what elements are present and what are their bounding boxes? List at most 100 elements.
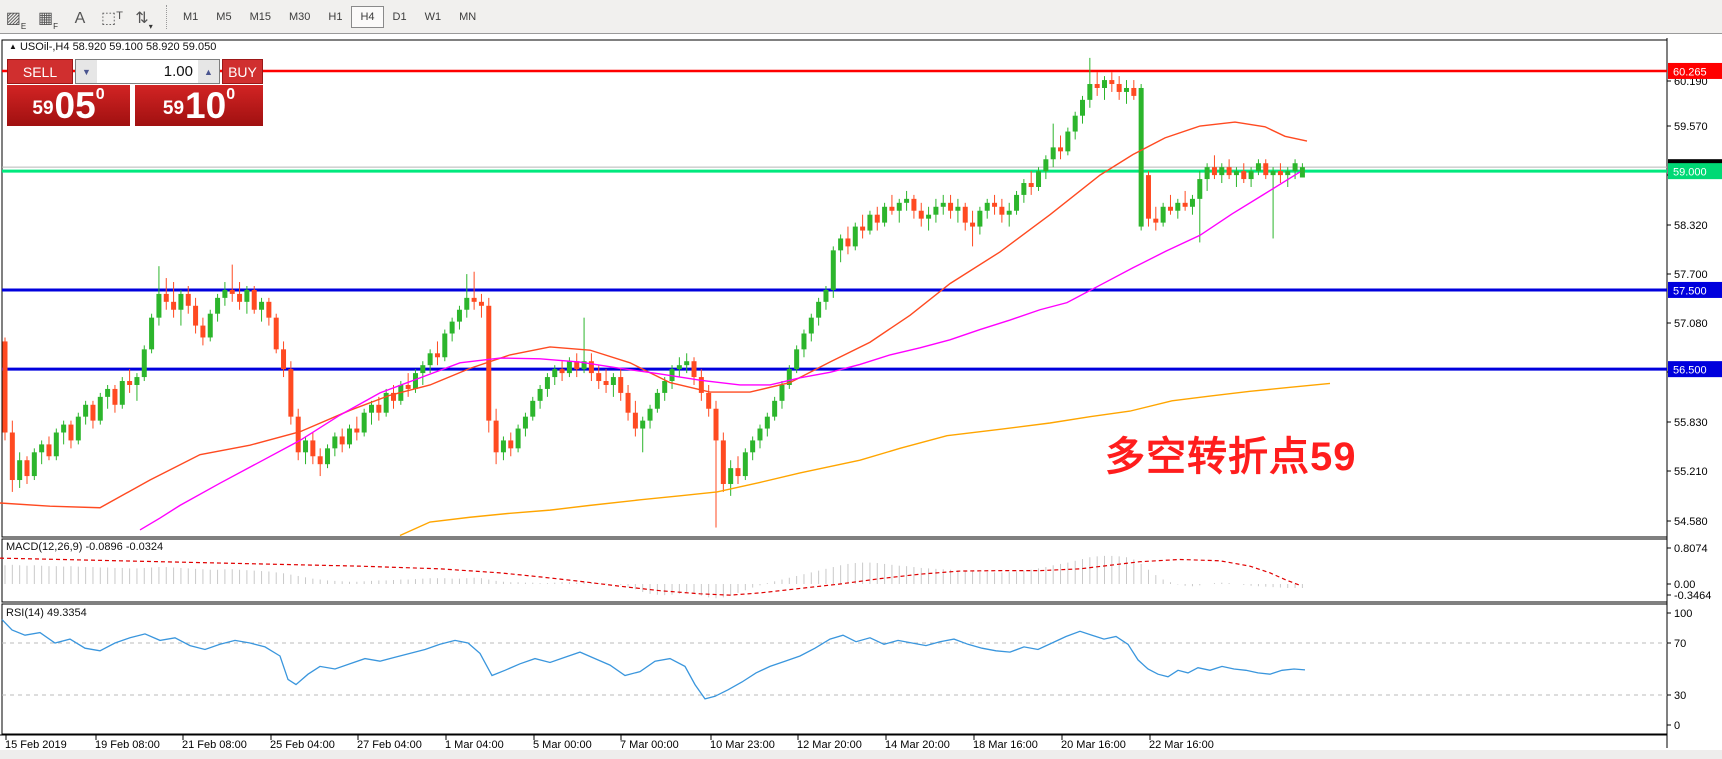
sell-price-big: 05 bbox=[55, 88, 96, 124]
candle-body bbox=[237, 294, 242, 302]
candle-body bbox=[1168, 207, 1173, 211]
buy-price-small: 59 bbox=[163, 94, 184, 124]
candle-body bbox=[867, 215, 872, 231]
text-a-icon[interactable]: A bbox=[67, 5, 93, 29]
candle-body bbox=[794, 349, 799, 369]
candle-body bbox=[1007, 211, 1012, 215]
candle-body bbox=[76, 417, 81, 441]
sell-price-display[interactable]: 59 05 0 bbox=[7, 85, 130, 126]
candle-body bbox=[1065, 132, 1070, 152]
candle-body bbox=[46, 444, 51, 456]
buy-button[interactable]: BUY bbox=[222, 59, 263, 84]
candle-body bbox=[823, 290, 828, 302]
candle-body bbox=[376, 405, 381, 413]
candle-body bbox=[911, 199, 916, 211]
candle-body bbox=[677, 365, 682, 369]
candle-body bbox=[882, 207, 887, 223]
timeframe-button-MN[interactable]: MN bbox=[450, 6, 485, 28]
candle-body bbox=[1278, 171, 1283, 175]
buy-price-sup: 0 bbox=[226, 88, 235, 102]
candle-body bbox=[406, 385, 411, 389]
candle-body bbox=[252, 290, 257, 310]
candle-body bbox=[1227, 167, 1232, 175]
arrow-tool-icon[interactable]: ⇅▾ bbox=[131, 5, 157, 29]
candle-body bbox=[164, 294, 169, 302]
candle-body bbox=[545, 377, 550, 389]
svg-text:0.8074: 0.8074 bbox=[1674, 543, 1708, 555]
candle-body bbox=[626, 393, 631, 413]
candle-body bbox=[743, 452, 748, 476]
candle-body bbox=[1080, 100, 1085, 116]
candle-body bbox=[1146, 175, 1151, 219]
timeframe-button-M5[interactable]: M5 bbox=[207, 6, 240, 28]
candle-body bbox=[1285, 171, 1290, 175]
candle-body bbox=[779, 385, 784, 401]
candle-body bbox=[1212, 167, 1217, 175]
candle-body bbox=[362, 413, 367, 433]
timeframe-button-M30[interactable]: M30 bbox=[280, 6, 319, 28]
candle-body bbox=[977, 211, 982, 227]
chart-text-annotation[interactable]: 多空转折点59 bbox=[1105, 424, 1357, 482]
timeframe-button-H1[interactable]: H1 bbox=[319, 6, 351, 28]
candle-body bbox=[1102, 80, 1107, 88]
candle-body bbox=[1175, 203, 1180, 211]
svg-text:30: 30 bbox=[1674, 690, 1686, 702]
svg-text:0: 0 bbox=[1674, 720, 1680, 732]
candle-body bbox=[1021, 183, 1026, 195]
symbol-name: USOil-,H4 bbox=[20, 41, 70, 53]
candle-body bbox=[244, 290, 249, 302]
candle-body bbox=[1205, 167, 1210, 179]
candle-body bbox=[450, 322, 455, 334]
timeframe-button-H4[interactable]: H4 bbox=[351, 6, 383, 28]
volume-increase-button[interactable]: ▲ bbox=[198, 60, 219, 83]
grid-f-icon[interactable]: ▦F bbox=[35, 5, 61, 29]
candle-body bbox=[1036, 171, 1041, 187]
candle-body bbox=[120, 381, 125, 405]
candle-body bbox=[318, 456, 323, 464]
candle-body bbox=[17, 460, 22, 480]
volume-decrease-button[interactable]: ▼ bbox=[76, 60, 97, 83]
candle-body bbox=[1153, 219, 1158, 223]
buy-price-big: 10 bbox=[185, 88, 226, 124]
expert-advisor-icon[interactable]: ▨E bbox=[3, 5, 29, 29]
candle-body bbox=[955, 207, 960, 211]
candle-body bbox=[831, 250, 836, 290]
toolbar-separator bbox=[166, 5, 168, 29]
candle-body bbox=[1256, 163, 1261, 171]
candle-body bbox=[1131, 88, 1136, 96]
candle-body bbox=[1043, 159, 1048, 171]
volume-spinner: ▼ ▲ bbox=[75, 59, 220, 84]
timeframe-button-M15[interactable]: M15 bbox=[241, 6, 280, 28]
candle-body bbox=[1249, 171, 1254, 179]
candle-body bbox=[801, 334, 806, 350]
svg-text:55.210: 55.210 bbox=[1674, 466, 1708, 478]
timeframe-button-W1[interactable]: W1 bbox=[416, 6, 451, 28]
candle-body bbox=[838, 238, 843, 250]
candle-body bbox=[919, 211, 924, 219]
candle-body bbox=[567, 361, 572, 373]
candle-body bbox=[501, 440, 506, 452]
sell-button[interactable]: SELL bbox=[7, 59, 73, 84]
candle-body bbox=[816, 302, 821, 318]
candle-body bbox=[472, 298, 477, 302]
candle-body bbox=[10, 433, 15, 481]
chart-title: ▲ USOil-,H4 58.920 59.100 58.920 59.050 bbox=[9, 41, 216, 53]
buy-price-display[interactable]: 59 10 0 bbox=[135, 85, 263, 126]
candle-body bbox=[274, 318, 279, 350]
volume-input[interactable] bbox=[97, 60, 198, 83]
candle-body bbox=[98, 397, 103, 421]
candle-body bbox=[171, 302, 176, 310]
candle-body bbox=[112, 389, 117, 405]
candle-body bbox=[633, 413, 638, 429]
candle-body bbox=[61, 425, 66, 433]
timeframe-button-M1[interactable]: M1 bbox=[174, 6, 207, 28]
candle-body bbox=[1161, 207, 1166, 223]
candle-body bbox=[288, 369, 293, 417]
candle-body bbox=[765, 417, 770, 429]
candle-body bbox=[1117, 84, 1122, 92]
timeframe-button-D1[interactable]: D1 bbox=[384, 6, 416, 28]
candle-body bbox=[208, 314, 213, 338]
candle-body bbox=[662, 381, 667, 393]
text-label-icon[interactable]: ⬚ᵀ bbox=[99, 5, 125, 29]
candle-body bbox=[721, 440, 726, 484]
